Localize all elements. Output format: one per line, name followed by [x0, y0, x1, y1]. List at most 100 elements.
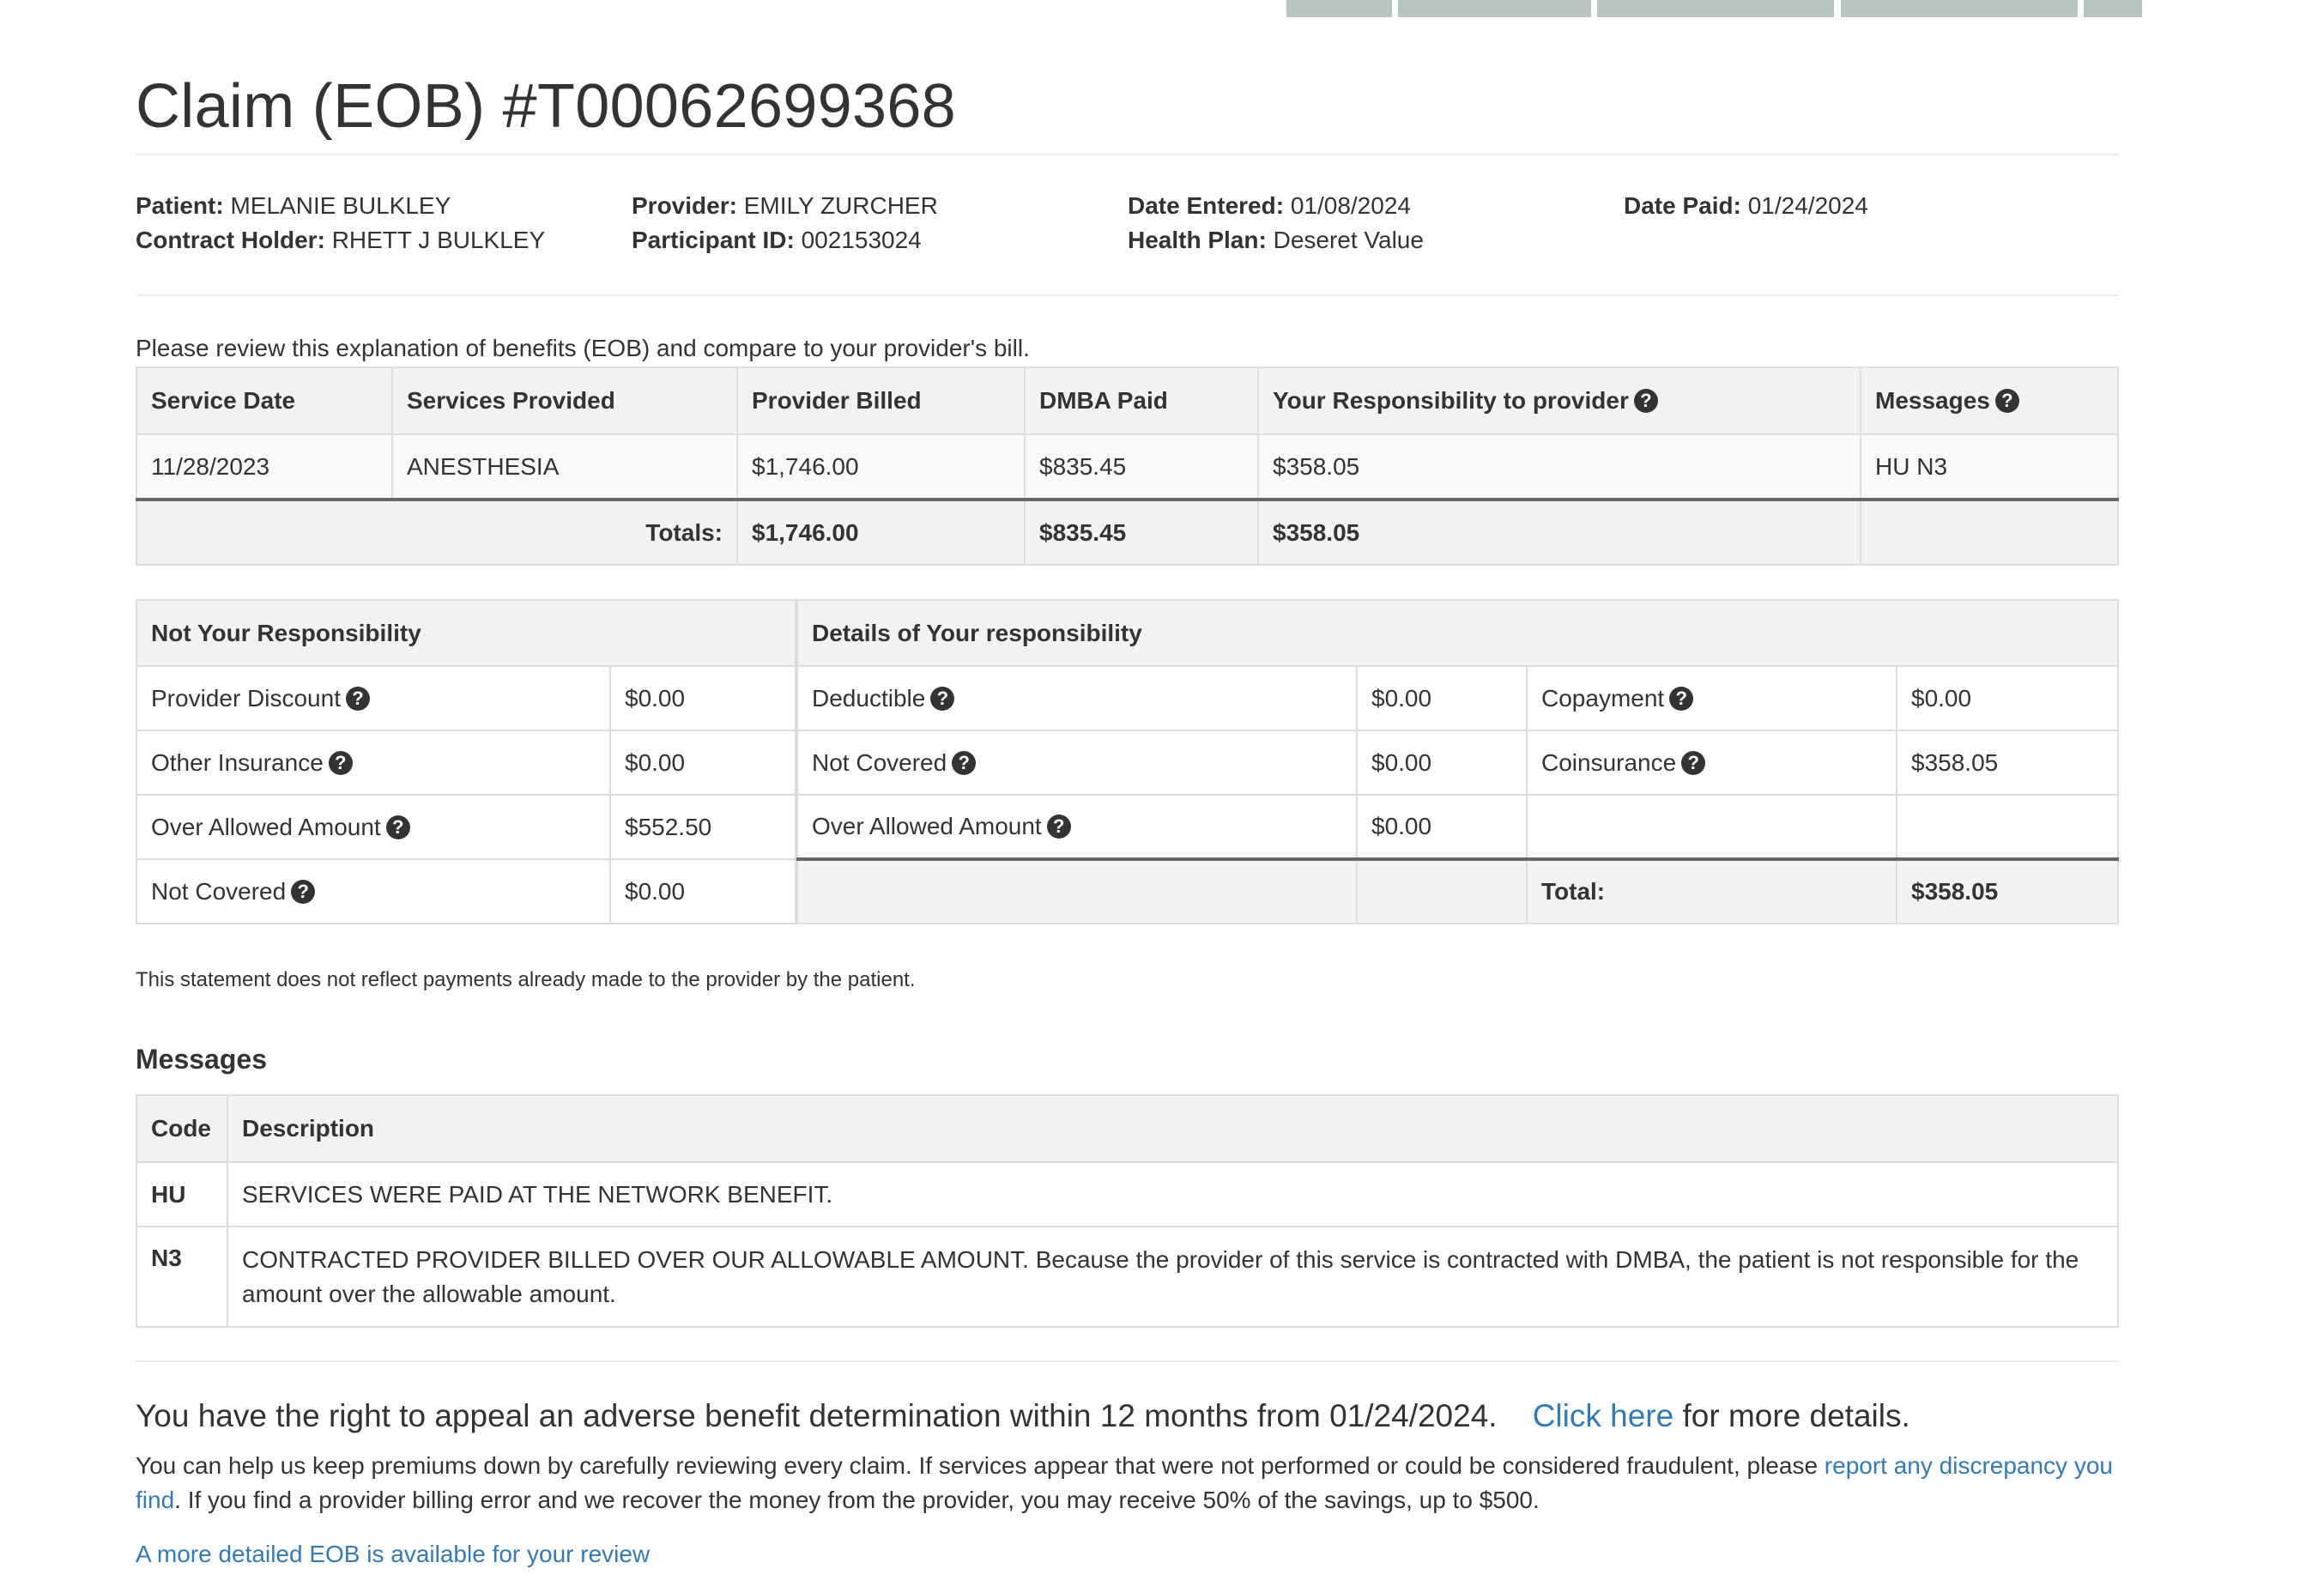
coinsurance-label: Coinsurance — [1541, 748, 1677, 776]
row-label: Over Allowed Amount? — [136, 794, 611, 860]
table-row: HU SERVICES WERE PAID AT THE NETWORK BEN… — [136, 1161, 2119, 1227]
provider-value: EMILY ZURCHER — [743, 192, 938, 219]
table-row: Other Insurance? $0.00 — [136, 730, 796, 796]
row-label: Copayment? — [1526, 665, 1897, 731]
question-circle-icon[interactable]: ? — [952, 750, 977, 775]
detailed-eob-link[interactable]: A more detailed EOB is available for you… — [136, 1537, 650, 1572]
message-description: CONTRACTED PROVIDER BILLED OVER OUR ALLO… — [227, 1226, 2119, 1328]
top-nav-button-5[interactable] — [2084, 0, 2142, 17]
not-covered-value: $0.00 — [609, 858, 796, 924]
not-covered-value: $0.00 — [1356, 730, 1528, 796]
messages-heading: Messages — [136, 1044, 267, 1075]
cell-services-provided: ANESTHESIA — [391, 433, 738, 500]
coinsurance-value: $358.05 — [1896, 730, 2119, 796]
col-dmba-paid: DMBA Paid — [1024, 366, 1259, 435]
intro-text: Please review this explanation of benefi… — [136, 335, 1030, 361]
participant-id-label: Participant ID: — [632, 227, 795, 253]
not-covered-label: Not Covered — [151, 877, 287, 905]
totals-row: Total: $358.05 — [796, 857, 2119, 924]
question-circle-icon[interactable]: ? — [291, 879, 316, 904]
top-nav-button-3[interactable] — [1597, 0, 1834, 17]
copayment-value: $0.00 — [1896, 665, 2119, 731]
table-row: Deductible? $0.00 Copayment? $0.00 — [796, 665, 2119, 731]
divider — [136, 154, 2119, 155]
total-provider-billed: $1,746.00 — [736, 498, 1026, 566]
question-circle-icon[interactable]: ? — [345, 686, 370, 711]
question-circle-icon[interactable]: ? — [1994, 389, 2019, 413]
table-row: Provider Discount? $0.00 — [136, 665, 796, 731]
appeal-suffix: for more details. — [1682, 1398, 1910, 1433]
top-nav-button-4[interactable] — [1841, 0, 2078, 17]
divider — [136, 294, 2119, 296]
row-label: Not Covered? — [796, 730, 1358, 796]
question-circle-icon[interactable]: ? — [1046, 815, 1071, 839]
empty-cell — [1526, 794, 1897, 860]
service-table-header: Service Date Services Provided Provider … — [136, 366, 2119, 435]
patient-label: Patient: — [136, 192, 224, 219]
click-here-link[interactable]: Click here — [1533, 1398, 1674, 1433]
not-covered-label: Not Covered — [812, 748, 947, 776]
copayment-label: Copayment — [1541, 684, 1665, 712]
row-label: Provider Discount? — [136, 665, 611, 731]
over-allowed-amount-label: Over Allowed Amount — [812, 813, 1042, 839]
row-label: Over Allowed Amount? — [796, 794, 1358, 860]
appeal-notice: You have the right to appeal an adverse … — [136, 1395, 1910, 1438]
question-circle-icon[interactable]: ? — [1681, 750, 1706, 775]
provider-discount-label: Provider Discount — [151, 684, 341, 712]
divider — [136, 1360, 2119, 1362]
help-text-1: You can help us keep premiums down by ca… — [136, 1452, 1819, 1479]
cell-service-date: 11/28/2023 — [136, 433, 393, 500]
messages-table-header: Code Description — [136, 1094, 2119, 1163]
help-text: You can help us keep premiums down by ca… — [136, 1449, 2119, 1517]
health-plan-label: Health Plan: — [1128, 227, 1267, 253]
date-entered-value: 01/08/2024 — [1290, 192, 1411, 219]
deductible-label: Deductible — [812, 684, 926, 712]
empty-cell — [796, 857, 1358, 924]
question-circle-icon[interactable]: ? — [328, 750, 353, 775]
health-plan-value: Deseret Value — [1273, 227, 1424, 253]
row-label: Other Insurance? — [136, 730, 611, 796]
other-insurance-label: Other Insurance — [151, 748, 324, 776]
cell-messages: HU N3 — [1860, 433, 2119, 500]
contract-holder-value: RHETT J BULKLEY — [331, 227, 546, 253]
message-description: SERVICES WERE PAID AT THE NETWORK BENEFI… — [227, 1161, 2119, 1227]
over-allowed-amount-value: $552.50 — [609, 794, 796, 860]
question-circle-icon[interactable]: ? — [930, 686, 955, 711]
patient-value: MELANIE BULKLEY — [230, 192, 451, 219]
col-messages-label: Messages — [1875, 387, 1990, 414]
appeal-text: You have the right to appeal an adverse … — [136, 1398, 1498, 1433]
totals-label: Totals: — [136, 498, 738, 566]
empty-cell — [1356, 857, 1528, 924]
date-paid-label: Date Paid: — [1624, 192, 1741, 219]
service-table: Service Date Services Provided Provider … — [136, 366, 2119, 566]
col-services-provided: Services Provided — [391, 366, 738, 435]
cell-your-responsibility: $358.05 — [1257, 433, 1861, 500]
question-circle-icon[interactable]: ? — [1669, 686, 1694, 711]
col-code: Code — [136, 1094, 228, 1163]
question-circle-icon[interactable]: ? — [385, 815, 410, 839]
contract-holder-label: Contract Holder: — [136, 227, 325, 253]
date-paid-value: 01/24/2024 — [1747, 192, 1868, 219]
col-messages: Messages? — [1860, 366, 2119, 435]
not-your-responsibility-table: Not Your Responsibility Provider Discoun… — [136, 599, 796, 924]
empty-cell — [1896, 794, 2119, 860]
top-nav-button-1[interactable] — [1286, 0, 1392, 17]
message-code: N3 — [136, 1226, 228, 1328]
table-row: Not Covered? $0.00 Coinsurance? $358.05 — [796, 730, 2119, 796]
provider-discount-value: $0.00 — [609, 665, 796, 731]
date-entered-label: Date Entered: — [1128, 192, 1285, 219]
over-allowed-amount-value: $0.00 — [1356, 794, 1528, 860]
deductible-value: $0.00 — [1356, 665, 1528, 731]
details-responsibility-table: Details of Your responsibility Deductibl… — [796, 599, 2119, 924]
col-provider-billed: Provider Billed — [736, 366, 1026, 435]
question-circle-icon[interactable]: ? — [1633, 389, 1658, 413]
cell-dmba-paid: $835.45 — [1024, 433, 1259, 500]
table-row: 11/28/2023 ANESTHESIA $1,746.00 $835.45 … — [136, 433, 2119, 500]
message-code: HU — [136, 1161, 228, 1227]
totals-row: Totals: $1,746.00 $835.45 $358.05 — [136, 498, 2119, 566]
help-text-2: . If you find a provider billing error a… — [174, 1487, 1540, 1513]
top-nav-button-2[interactable] — [1398, 0, 1591, 17]
col-service-date: Service Date — [136, 366, 393, 435]
row-label: Deductible? — [796, 665, 1358, 731]
total-dmba-paid: $835.45 — [1024, 498, 1259, 566]
